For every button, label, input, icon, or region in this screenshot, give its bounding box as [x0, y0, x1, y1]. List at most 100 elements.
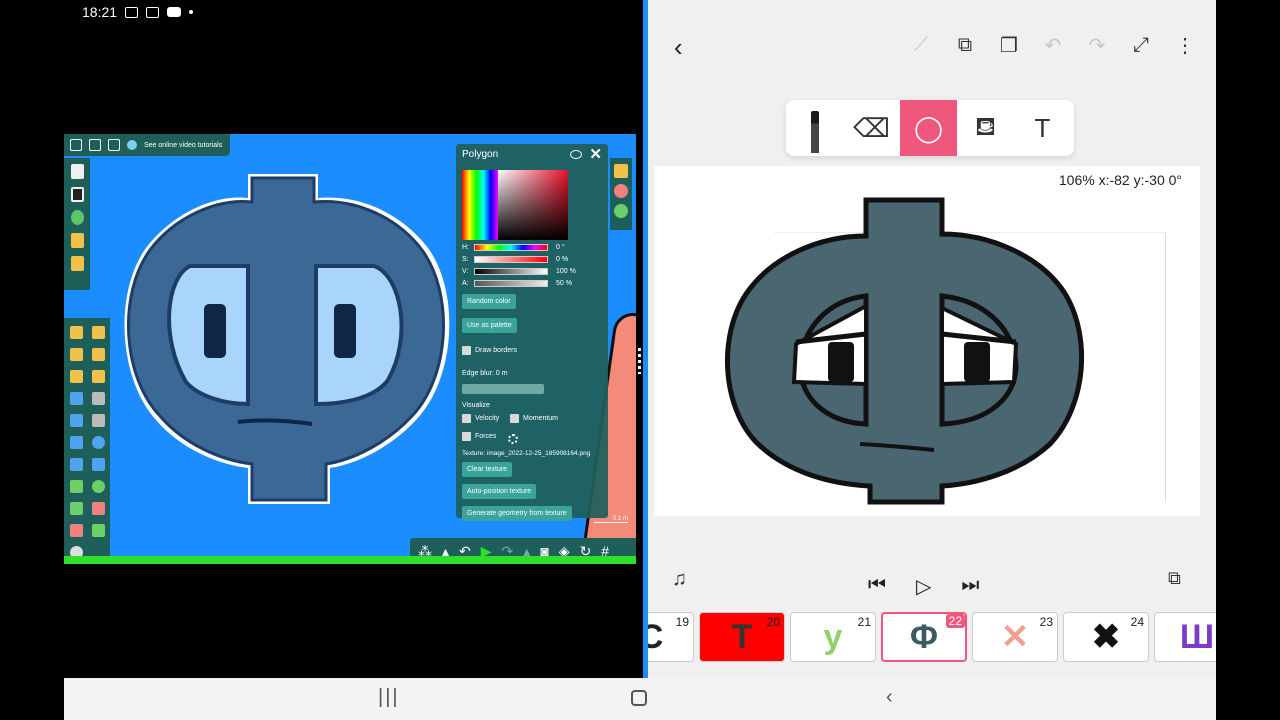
- color-picker[interactable]: [498, 170, 568, 240]
- clock-icon[interactable]: [614, 204, 628, 218]
- back-icon[interactable]: ‹: [674, 32, 683, 63]
- divider-handle[interactable]: [638, 348, 641, 374]
- settings-icon[interactable]: [70, 139, 82, 151]
- drawing-canvas[interactable]: 106% x:-82 y:-30 0°: [654, 166, 1200, 516]
- expand-icon[interactable]: ⤢: [1130, 34, 1152, 56]
- scale-tool-icon[interactable]: [92, 370, 105, 383]
- frame-thumbnail[interactable]: Ш: [1154, 612, 1216, 662]
- left-black-bar: [0, 678, 64, 720]
- play-icon[interactable]: [89, 139, 101, 151]
- frame-thumbnail[interactable]: Φ 22: [881, 612, 967, 662]
- hue-slider[interactable]: [474, 244, 548, 251]
- hinge-tool-icon[interactable]: [92, 480, 105, 493]
- more-icon[interactable]: ⋮: [1174, 34, 1196, 57]
- saturation-row: S: 0 %: [462, 256, 568, 263]
- fill-tool[interactable]: ⛾: [957, 100, 1014, 156]
- status-time: 18:21: [82, 4, 118, 20]
- rotate-tool-icon[interactable]: [70, 370, 83, 383]
- spring-tool-icon[interactable]: [70, 502, 83, 515]
- alpha-value: 50 %: [556, 280, 572, 287]
- pen-tool[interactable]: [786, 100, 843, 156]
- box-tool-icon[interactable]: [70, 436, 83, 449]
- alpha-slider[interactable]: [474, 280, 548, 287]
- new-file-icon[interactable]: [70, 164, 84, 179]
- open-folder-icon[interactable]: [70, 233, 84, 248]
- home-icon[interactable]: [631, 690, 647, 706]
- checkbox-box[interactable]: [462, 346, 471, 355]
- folder-icon[interactable]: [70, 256, 84, 271]
- text-tool[interactable]: T: [1014, 100, 1071, 156]
- chain-tool-icon[interactable]: [70, 480, 83, 493]
- clear-texture-button[interactable]: Clear texture: [462, 462, 513, 477]
- back-nav-icon[interactable]: ‹: [886, 686, 893, 709]
- scene-icon[interactable]: [70, 210, 84, 225]
- frame-thumbnail[interactable]: C19: [648, 612, 694, 662]
- momentum-checkbox[interactable]: Momentum: [510, 414, 558, 423]
- ruler-icon[interactable]: ⟋: [910, 34, 932, 56]
- globe-icon[interactable]: [127, 140, 137, 150]
- frame-thumbnail[interactable]: ✖ 24: [1063, 612, 1149, 662]
- frame-number: 19: [675, 615, 689, 629]
- checkbox-box[interactable]: [462, 414, 471, 423]
- palette-icon[interactable]: [614, 184, 628, 198]
- visualize-label: Visualize: [462, 402, 490, 409]
- velocity-checkbox[interactable]: Velocity: [462, 414, 499, 423]
- play-icon[interactable]: ▷: [916, 574, 931, 599]
- undo-icon[interactable]: ↶: [1042, 34, 1064, 57]
- random-color-button[interactable]: Random color: [462, 294, 516, 309]
- auto-position-texture-button[interactable]: Auto-position texture: [462, 484, 537, 499]
- use-as-palette-button[interactable]: Use as palette: [462, 318, 517, 333]
- list-icon[interactable]: [614, 164, 628, 178]
- fixate-tool-icon[interactable]: [70, 458, 83, 471]
- pencil-tool-icon[interactable]: [92, 326, 105, 339]
- brush-tool-icon[interactable]: [70, 326, 83, 339]
- generate-geometry-button[interactable]: Generate geometry from texture: [462, 506, 572, 521]
- frame-thumbnail[interactable]: y 21: [790, 612, 876, 662]
- texture-label: Texture: image_2022-12-25_185908164.png: [462, 450, 591, 457]
- saturation-slider[interactable]: [474, 256, 548, 263]
- move-tool-icon[interactable]: [70, 348, 83, 361]
- frame-thumbnail[interactable]: ✕ 23: [972, 612, 1058, 662]
- eye-icon[interactable]: [570, 150, 582, 159]
- side-mini-toolbar: [610, 158, 632, 230]
- edge-blur-slider[interactable]: [462, 384, 544, 394]
- rope-tool-icon[interactable]: [70, 392, 83, 405]
- drag-tool-icon[interactable]: [92, 348, 105, 361]
- checkbox-box[interactable]: [510, 414, 519, 423]
- eraser-tool[interactable]: ⌫: [843, 100, 900, 156]
- knife-tool-icon[interactable]: [92, 392, 105, 405]
- value-slider[interactable]: [474, 268, 548, 275]
- circle-tool-icon[interactable]: [92, 436, 105, 449]
- close-icon[interactable]: ✕: [589, 145, 602, 163]
- skip-start-icon[interactable]: ⏮: [868, 574, 886, 599]
- draw-borders-checkbox[interactable]: Draw borders: [462, 346, 517, 355]
- save-icon[interactable]: [70, 187, 84, 202]
- color-swatches[interactable]: [462, 170, 498, 240]
- window-icon[interactable]: [108, 139, 120, 151]
- pen-icon: [810, 111, 819, 153]
- forces-settings-icon[interactable]: [508, 434, 518, 444]
- tool-palette: [64, 318, 110, 564]
- phi-character: [124, 174, 450, 504]
- frame-thumbnail[interactable]: T 20: [699, 612, 785, 662]
- physics-app-video[interactable]: See online video tutorials Polygon ✕ H: …: [64, 134, 636, 564]
- recent-apps-icon[interactable]: |||: [378, 686, 400, 709]
- music-icon[interactable]: ♫: [672, 568, 687, 591]
- split-screen-divider[interactable]: [636, 0, 648, 678]
- gear-tool-icon[interactable]: [92, 414, 105, 427]
- layers-icon[interactable]: ⧉: [1168, 568, 1181, 589]
- duplicate-icon[interactable]: ❐: [998, 34, 1020, 57]
- skip-end-icon[interactable]: ⏭: [961, 574, 979, 599]
- forces-checkbox[interactable]: Forces: [462, 432, 496, 441]
- motor-tool-icon[interactable]: [92, 524, 105, 537]
- copy-frame-icon[interactable]: ⧉: [954, 34, 976, 56]
- redo-icon[interactable]: ↷: [1086, 34, 1108, 57]
- frame-thumb-glyph: Ш: [1179, 617, 1215, 656]
- tutorials-link[interactable]: See online video tutorials: [144, 142, 222, 149]
- checkbox-box[interactable]: [462, 432, 471, 441]
- tracer-tool-icon[interactable]: [92, 502, 105, 515]
- thruster-tool-icon[interactable]: [70, 524, 83, 537]
- hand-tool-icon[interactable]: [70, 414, 83, 427]
- laser-tool-icon[interactable]: [92, 458, 105, 471]
- lasso-tool[interactable]: ◯: [900, 100, 957, 156]
